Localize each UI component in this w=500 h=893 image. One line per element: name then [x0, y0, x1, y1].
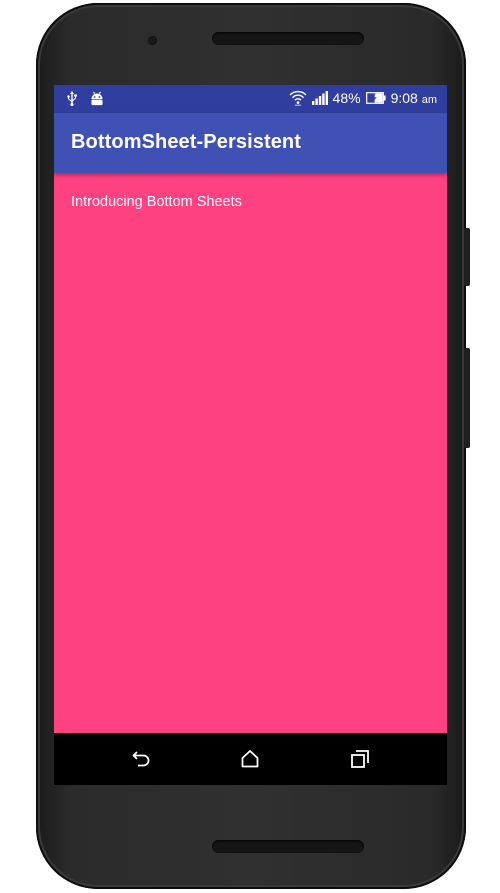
usb-icon	[66, 90, 78, 106]
wifi-icon	[289, 90, 307, 106]
clock-time: 9:08	[390, 90, 418, 106]
top-speaker-grille	[212, 32, 364, 45]
app-toolbar: BottomSheet-Persistent	[54, 113, 447, 173]
recents-button[interactable]	[348, 747, 372, 771]
front-camera	[148, 36, 157, 45]
home-icon	[241, 750, 259, 768]
recents-icon	[351, 750, 369, 768]
device-screen: 48% 9:08 am BottomSheet-Persistent Intro…	[54, 85, 447, 785]
android-debug-icon	[90, 90, 104, 106]
app-title: BottomSheet-Persistent	[71, 131, 302, 153]
battery-charging-icon	[365, 92, 386, 104]
intro-text: Introducing Bottom Sheets	[71, 194, 242, 210]
power-button	[464, 348, 470, 448]
back-button[interactable]	[130, 747, 154, 771]
status-bar: 48% 9:08 am	[54, 85, 447, 113]
cellular-signal-icon	[311, 91, 328, 105]
main-content: Introducing Bottom Sheets	[54, 173, 447, 733]
battery-percent: 48%	[332, 90, 361, 106]
navigation-bar	[54, 733, 447, 785]
clock-ampm: am	[421, 94, 437, 106]
bottom-speaker-grille	[212, 840, 364, 853]
volume-button	[464, 228, 470, 286]
home-button[interactable]	[238, 747, 262, 771]
back-icon	[132, 751, 150, 767]
